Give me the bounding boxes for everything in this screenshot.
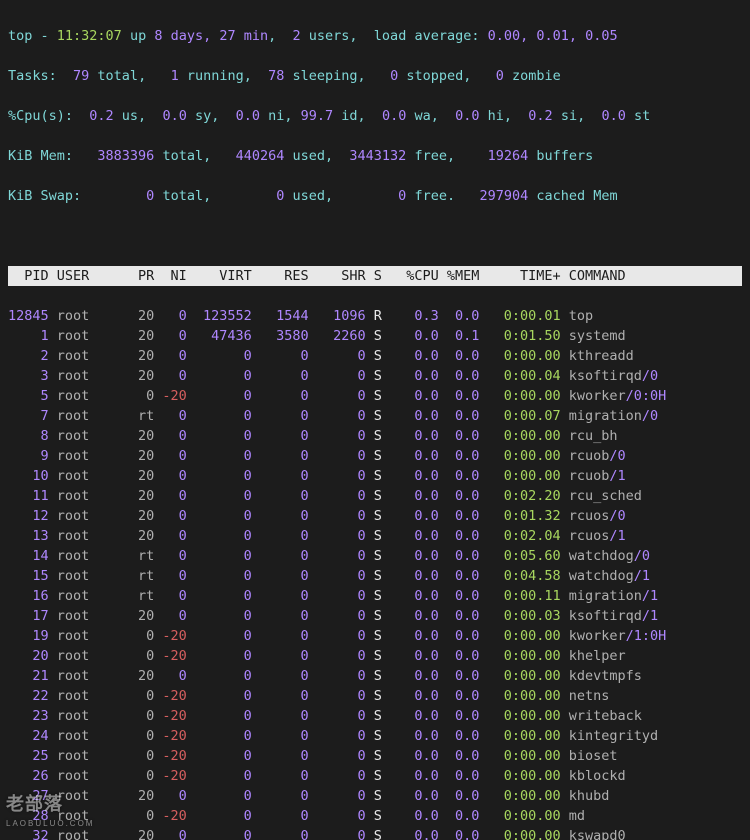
process-row[interactable]: 20 root0-20000 S0.00.00:00.00 khelper [8, 646, 742, 666]
summary-line-mem: KiB Mem: 3883396 total, 440264 used, 344… [8, 146, 742, 166]
process-row[interactable]: 10 root200000 S0.00.00:00.00 rcuob/1 [8, 466, 742, 486]
process-row[interactable]: 16 rootrt0000 S0.00.00:00.11 migration/1 [8, 586, 742, 606]
column-header[interactable]: PID USERPRNIVIRTRESSHR S%CPU%MEMTIME+ CO… [8, 266, 742, 286]
process-row[interactable]: 12 root200000 S0.00.00:01.32 rcuos/0 [8, 506, 742, 526]
process-row[interactable]: 15 rootrt0000 S0.00.00:04.58 watchdog/1 [8, 566, 742, 586]
summary-line-tasks: Tasks: 79 total, 1 running, 78 sleeping,… [8, 66, 742, 86]
process-row[interactable]: 27 root200000 S0.00.00:00.00 khubd [8, 786, 742, 806]
process-row[interactable]: 19 root0-20000 S0.00.00:00.00 kworker/1:… [8, 626, 742, 646]
process-list: 12845 root20012355215441096 R0.30.00:00.… [8, 306, 742, 840]
process-row[interactable]: 21 root200000 S0.00.00:00.00 kdevtmpfs [8, 666, 742, 686]
process-row[interactable]: 3 root200000 S0.00.00:00.04 ksoftirqd/0 [8, 366, 742, 386]
summary-line-swap: KiB Swap: 0 total, 0 used, 0 free. 29790… [8, 186, 742, 206]
process-row[interactable]: 1 root2004743635802260 S0.00.10:01.50 sy… [8, 326, 742, 346]
process-row[interactable]: 17 root200000 S0.00.00:00.03 ksoftirqd/1 [8, 606, 742, 626]
process-row[interactable]: 13 root200000 S0.00.00:02.04 rcuos/1 [8, 526, 742, 546]
process-row[interactable]: 24 root0-20000 S0.00.00:00.00 kintegrity… [8, 726, 742, 746]
process-row[interactable]: 22 root0-20000 S0.00.00:00.00 netns [8, 686, 742, 706]
process-row[interactable]: 8 root200000 S0.00.00:00.00 rcu_bh [8, 426, 742, 446]
process-row[interactable]: 9 root200000 S0.00.00:00.00 rcuob/0 [8, 446, 742, 466]
process-row[interactable]: 2 root200000 S0.00.00:00.00 kthreadd [8, 346, 742, 366]
process-row[interactable]: 14 rootrt0000 S0.00.00:05.60 watchdog/0 [8, 546, 742, 566]
terminal-screen[interactable]: top - 11:32:07 up 8 days, 27 min, 2 user… [0, 0, 750, 840]
process-row[interactable]: 12845 root20012355215441096 R0.30.00:00.… [8, 306, 742, 326]
summary-line-uptime: top - 11:32:07 up 8 days, 27 min, 2 user… [8, 26, 742, 46]
process-row[interactable]: 23 root0-20000 S0.00.00:00.00 writeback [8, 706, 742, 726]
blank-line [8, 226, 742, 246]
process-row[interactable]: 25 root0-20000 S0.00.00:00.00 bioset [8, 746, 742, 766]
process-row[interactable]: 28 root0-20000 S0.00.00:00.00 md [8, 806, 742, 826]
process-row[interactable]: 11 root200000 S0.00.00:02.20 rcu_sched [8, 486, 742, 506]
summary-line-cpu: %Cpu(s): 0.2 us, 0.0 sy, 0.0 ni, 99.7 id… [8, 106, 742, 126]
process-row[interactable]: 5 root0-20000 S0.00.00:00.00 kworker/0:0… [8, 386, 742, 406]
process-row[interactable]: 32 root200000 S0.00.00:00.00 kswapd0 [8, 826, 742, 840]
process-row[interactable]: 7 rootrt0000 S0.00.00:00.07 migration/0 [8, 406, 742, 426]
process-row[interactable]: 26 root0-20000 S0.00.00:00.00 kblockd [8, 766, 742, 786]
